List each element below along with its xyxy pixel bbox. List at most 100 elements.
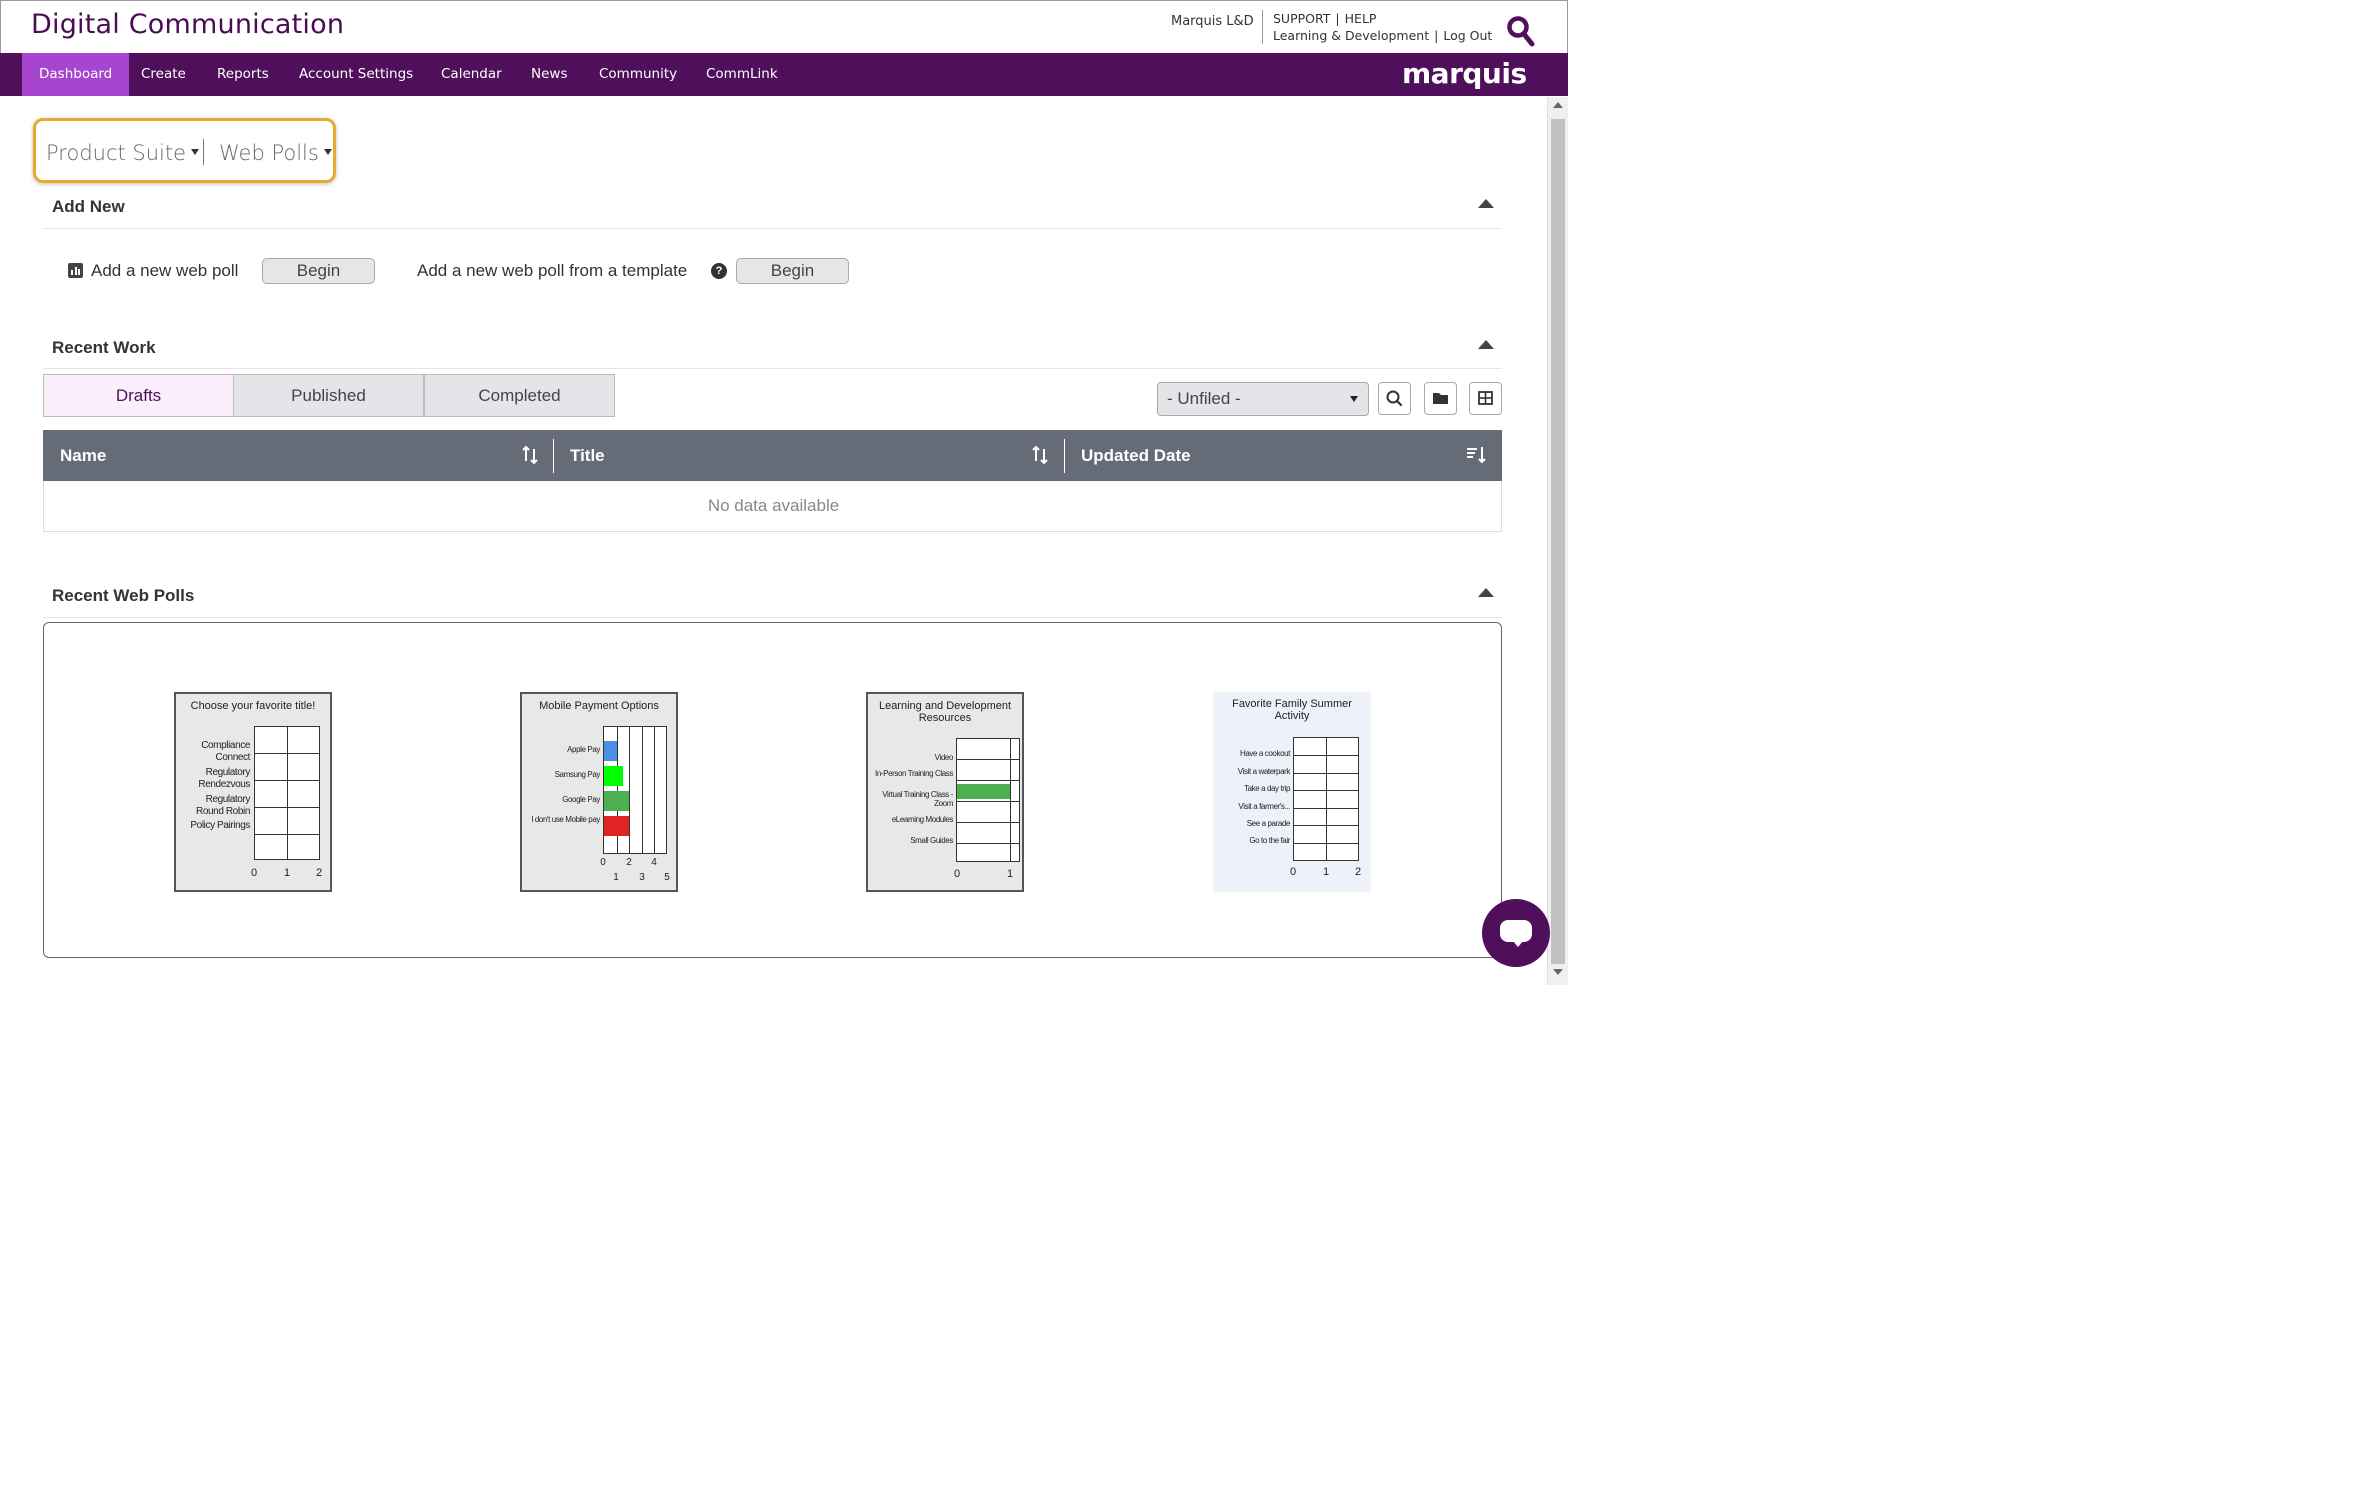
collapse-up-icon[interactable] <box>1478 588 1494 597</box>
empty-message: No data available <box>707 496 840 515</box>
poll-bar <box>957 784 1010 799</box>
collapse-up-icon[interactable] <box>1478 340 1494 349</box>
support-help-links: SUPPORT | HELP <box>1273 11 1376 26</box>
tab-drafts[interactable]: Drafts <box>43 374 234 417</box>
vertical-scrollbar[interactable] <box>1547 97 1568 985</box>
search-icon <box>1386 390 1403 407</box>
tab-published[interactable]: Published <box>233 374 424 417</box>
poll-option-label: Small Guides <box>910 836 953 845</box>
folder-select[interactable]: - Unfiled - <box>1157 382 1369 416</box>
poll-card[interactable]: Choose your favorite title! Compliance C… <box>174 692 332 892</box>
axis-tick-label: 2 <box>626 857 632 868</box>
column-title[interactable]: Title <box>570 430 605 481</box>
app-title: Digital Communication <box>31 9 345 40</box>
account-link[interactable]: Learning & Development <box>1273 28 1429 43</box>
poll-option-label: See a parade <box>1246 819 1291 828</box>
scroll-thumb[interactable] <box>1551 119 1565 964</box>
poll-option-label: eLearning Modules <box>891 815 954 824</box>
poll-card[interactable]: Favorite Family Summer Activity Have a c… <box>1213 692 1371 892</box>
chat-bubble-icon <box>1500 920 1532 942</box>
nav-news[interactable]: News <box>531 53 567 96</box>
brand-logo: marquis <box>1402 57 1527 90</box>
axis-tick-label: 0 <box>250 867 258 879</box>
nav-commlink[interactable]: CommLink <box>706 53 778 96</box>
poll-bar <box>604 766 623 786</box>
scroll-down-icon[interactable] <box>1553 969 1563 975</box>
begin-new-poll-button[interactable]: Begin <box>262 258 375 284</box>
caret-down-icon <box>323 149 332 155</box>
nav-create[interactable]: Create <box>141 53 186 96</box>
axis-tick-label: 4 <box>651 857 657 868</box>
poll-title: Choose your favorite title! <box>190 700 316 712</box>
help-question-icon[interactable]: ? <box>711 263 727 279</box>
sort-icon[interactable] <box>1031 444 1049 466</box>
caret-down-icon <box>1350 396 1358 402</box>
sort-descending-icon[interactable] <box>1465 444 1487 466</box>
main-nav: Dashboard Create Reports Account Setting… <box>0 53 1568 96</box>
poll-chart-area <box>956 738 1020 862</box>
poll-option-label: Google Pay <box>562 795 600 804</box>
poll-option-label: Apple Pay <box>567 745 600 754</box>
column-divider <box>1064 439 1065 473</box>
column-name[interactable]: Name <box>60 430 106 481</box>
poll-title: Favorite Family Summer Activity <box>1232 698 1352 722</box>
folder-select-value: - Unfiled - <box>1167 389 1241 408</box>
poll-option-label: Policy Pairings <box>190 820 250 831</box>
recent-work-title: Recent Work <box>52 338 156 357</box>
caret-down-icon <box>191 149 200 155</box>
nav-calendar[interactable]: Calendar <box>441 53 502 96</box>
column-updated-date[interactable]: Updated Date <box>1081 430 1191 481</box>
nav-dashboard[interactable]: Dashboard <box>22 53 130 96</box>
table-header: Name Title Updated Date <box>43 430 1502 481</box>
poll-title: Mobile Payment Options <box>539 700 659 712</box>
chat-button[interactable] <box>1482 899 1550 967</box>
axis-tick-label: 3 <box>639 872 645 883</box>
web-polls-dropdown[interactable]: Web Polls <box>219 141 332 165</box>
search-button[interactable] <box>1378 382 1411 415</box>
help-link[interactable]: HELP <box>1345 11 1377 26</box>
add-new-title: Add New <box>52 197 125 216</box>
section-divider <box>43 368 1502 369</box>
product-suite-dropdown[interactable]: Product Suite <box>46 141 200 165</box>
search-icon[interactable] <box>1506 15 1536 47</box>
grid-view-button[interactable] <box>1469 382 1502 415</box>
breadcrumb-separator <box>203 139 204 165</box>
nav-community[interactable]: Community <box>599 53 677 96</box>
product-suite-label: Product Suite <box>46 141 187 165</box>
scroll-up-icon[interactable] <box>1553 102 1563 108</box>
begin-template-poll-button[interactable]: Begin <box>736 258 849 284</box>
poll-card[interactable]: Mobile Payment Options Apple Pay Samsung… <box>520 692 678 892</box>
chat-tail-icon <box>1512 940 1524 947</box>
axis-tick-label: 0 <box>1289 866 1297 878</box>
poll-chart-area <box>1293 737 1359 861</box>
poll-title: Learning and Development Resources <box>878 700 1012 724</box>
axis-tick-label: 2 <box>315 867 323 879</box>
sort-icon[interactable] <box>521 444 539 466</box>
poll-option-label: In-Person Training Class <box>875 769 953 778</box>
logout-link[interactable]: Log Out <box>1443 28 1492 43</box>
support-link[interactable]: SUPPORT <box>1273 11 1330 26</box>
link-separator: | <box>1434 28 1439 43</box>
collapse-up-icon[interactable] <box>1478 199 1494 208</box>
top-header: Digital Communication Marquis L&D SUPPOR… <box>0 0 1568 53</box>
axis-tick-label: 1 <box>1322 866 1330 878</box>
poll-option-label: Go to the fair <box>1249 836 1290 845</box>
poll-option-label: Video <box>934 753 954 762</box>
bar-chart-icon <box>68 263 83 278</box>
axis-tick-label: 1 <box>1006 868 1014 880</box>
poll-option-label: Compliance Connect <box>201 740 250 763</box>
poll-option-label: Visit a waterpark <box>1237 767 1291 776</box>
poll-option-label: Take a day trip <box>1243 784 1290 793</box>
axis-tick-label: 2 <box>1354 866 1362 878</box>
table-body: No data available <box>43 481 1502 532</box>
folder-button[interactable] <box>1424 382 1457 415</box>
poll-chart-area <box>603 726 667 854</box>
header-divider <box>1262 10 1263 44</box>
tab-completed[interactable]: Completed <box>424 374 615 417</box>
poll-option-label: Virtual Training Class - Zoom <box>882 790 953 808</box>
breadcrumb: Product Suite Web Polls <box>33 118 336 183</box>
poll-option-label: I don't use Mobile pay <box>531 815 600 824</box>
nav-reports[interactable]: Reports <box>217 53 269 96</box>
poll-card[interactable]: Learning and Development Resources Video… <box>866 692 1024 892</box>
nav-account-settings[interactable]: Account Settings <box>299 53 413 96</box>
